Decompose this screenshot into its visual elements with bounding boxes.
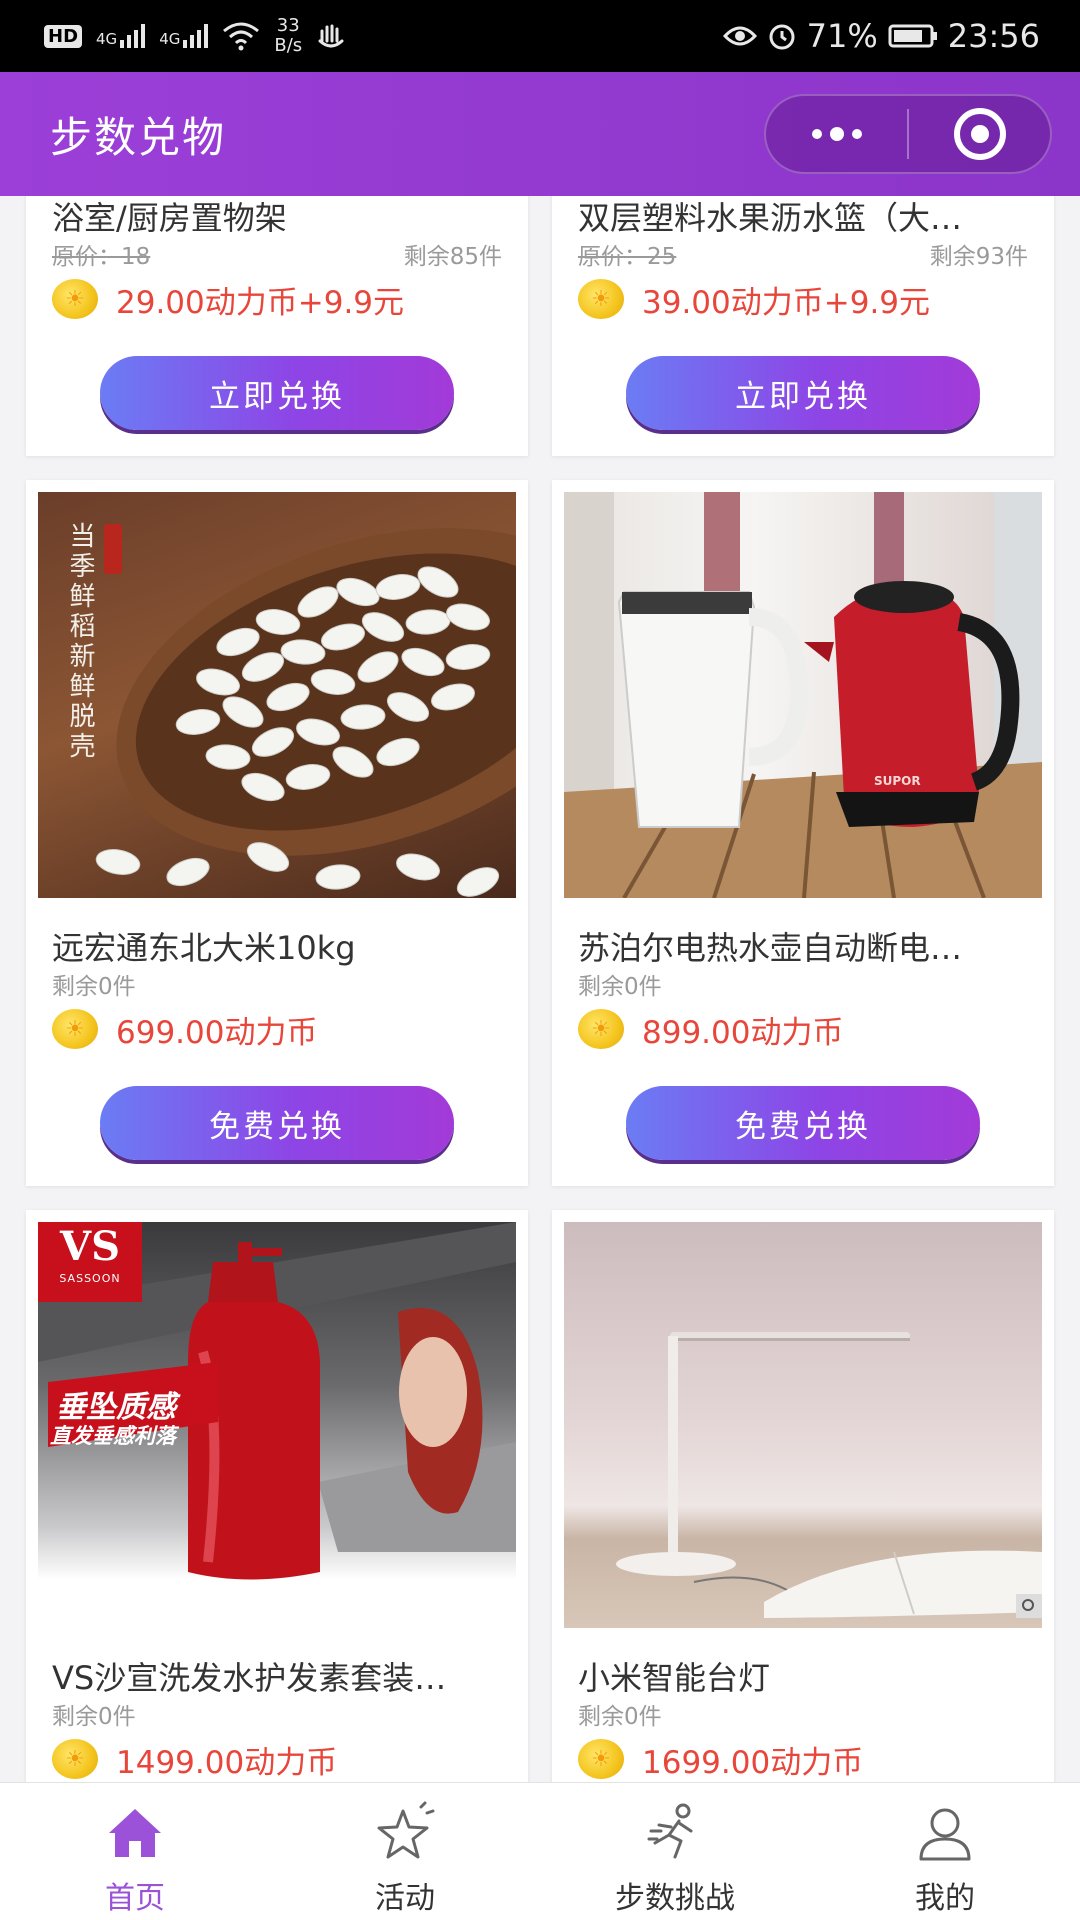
product-image-rice: 当季鲜稻 新鲜脱壳 [38,492,516,898]
product-name: 苏泊尔电热水壶自动断电… [578,929,963,967]
status-bar: HD 4G 4G 33 B/s 71% 23:56 [0,0,1080,72]
redeem-button[interactable]: 免费兑换 [100,1086,454,1160]
redeem-button[interactable]: 立即兑换 [626,356,980,430]
product-list[interactable]: 浴室/厨房置物架 原价：18 剩余85件 ☀ 29.00动力币+9.9元 立即兑… [0,196,1080,1782]
image-caption-1: 当季鲜稻 [65,522,95,642]
price: 29.00动力币+9.9元 [116,284,405,321]
product-card[interactable]: 当季鲜稻 新鲜脱壳 远宏通东北大米10kg 剩余0件 ☀ 699.00动力币 免… [26,480,528,1186]
tab-label: 首页 [105,1881,165,1916]
stock-count: 剩余0件 [578,974,662,1000]
eye-icon [722,26,757,46]
ad-subline: 直发垂感利落 [50,1424,176,1448]
price: 699.00动力币 [116,1014,318,1051]
coin-icon: ☀ [578,1009,624,1049]
hand-icon [318,24,344,48]
product-card[interactable]: 小米智能台灯 剩余0件 ☀ 1699.00动力币 [552,1210,1054,1782]
target-icon [953,108,1006,160]
redeem-button[interactable]: 免费兑换 [626,1086,980,1160]
product-image-kettle: SUPOR [564,492,1042,898]
product-name: 浴室/厨房置物架 [52,199,287,237]
image-caption-2: 新鲜脱壳 [65,642,95,762]
price: 39.00动力币+9.9元 [642,284,931,321]
price: 1499.00动力币 [116,1744,338,1781]
more-button[interactable] [766,96,907,172]
user-icon [919,1808,971,1861]
price: 1699.00动力币 [642,1744,864,1781]
product-name: VS沙宣洗发水护发素套装… [52,1659,447,1697]
product-card[interactable]: SUPOR 苏泊尔电热水壶自动断电… 剩余0件 ☀ 899.00动力币 免费兑换 [552,480,1054,1186]
net-speed: 33 B/s [274,15,303,56]
lamp-illustration [616,1332,1042,1618]
stock-count: 剩余93件 [929,244,1028,270]
product-card[interactable]: 双层塑料水果沥水篮（大… 原价：25 剩余93件 ☀ 39.00动力币+9.9元… [552,196,1054,456]
close-button[interactable] [909,96,1050,172]
clock: 23:56 [947,17,1040,55]
stock-count: 剩余0件 [52,1704,136,1730]
runner-icon [647,1803,693,1859]
stock-count: 剩余0件 [578,1704,662,1730]
tab-me[interactable]: 我的 [810,1783,1080,1920]
battery-percent: 71% [806,17,878,55]
battery-icon [888,24,937,48]
mini-program-capsule [764,94,1052,174]
coin-icon: ☀ [578,1739,624,1779]
coin-icon: ☀ [52,1009,98,1049]
signal-icon: 4G [96,24,146,48]
hd-badge: HD [44,24,83,48]
brand-label: SUPOR [874,774,921,788]
price: 899.00动力币 [642,1014,844,1051]
more-icon [811,127,862,141]
signal-icon-2: 4G [159,24,209,48]
product-card[interactable]: 浴室/厨房置物架 原价：18 剩余85件 ☀ 29.00动力币+9.9元 立即兑… [26,196,528,456]
coin-icon: ☀ [52,279,98,319]
tab-label: 步数挑战 [615,1881,735,1916]
stock-count: 剩余85件 [403,244,502,270]
product-image-shampoo: VS SASSOON 垂坠质感 直发垂感利落 [38,1222,516,1628]
product-name: 双层塑料水果沥水篮（大… [578,199,963,237]
bottom-tab-bar: 首页 活动 步数挑战 我的 [0,1782,1080,1920]
original-price: 原价：25 [578,244,677,270]
product-image-lamp [564,1222,1042,1628]
star-icon [377,1801,435,1859]
page-title: 步数兑物 [50,112,227,162]
app-header: 步数兑物 [0,72,1080,196]
tab-home[interactable]: 首页 [0,1783,270,1920]
tab-label: 活动 [375,1881,435,1916]
product-name: 远宏通东北大米10kg [52,929,356,967]
product-card[interactable]: VS SASSOON 垂坠质感 直发垂感利落 VS沙宣洗发水护发素套装… 剩余0… [26,1210,528,1782]
home-icon [109,1809,161,1857]
alarm-icon [769,24,795,50]
brand-logo: VS SASSOON [38,1222,142,1302]
stock-count: 剩余0件 [52,974,136,1000]
tab-activity[interactable]: 活动 [270,1783,540,1920]
original-price: 原价：18 [52,244,151,270]
coin-icon: ☀ [52,1739,98,1779]
kettle-illustration [564,492,1042,898]
redeem-button[interactable]: 立即兑换 [100,356,454,430]
tab-step-challenge[interactable]: 步数挑战 [540,1783,810,1920]
tab-label: 我的 [915,1881,975,1916]
wifi-icon [223,22,260,51]
seal-stamp [104,524,122,574]
product-name: 小米智能台灯 [578,1659,771,1697]
coin-icon: ☀ [578,279,624,319]
